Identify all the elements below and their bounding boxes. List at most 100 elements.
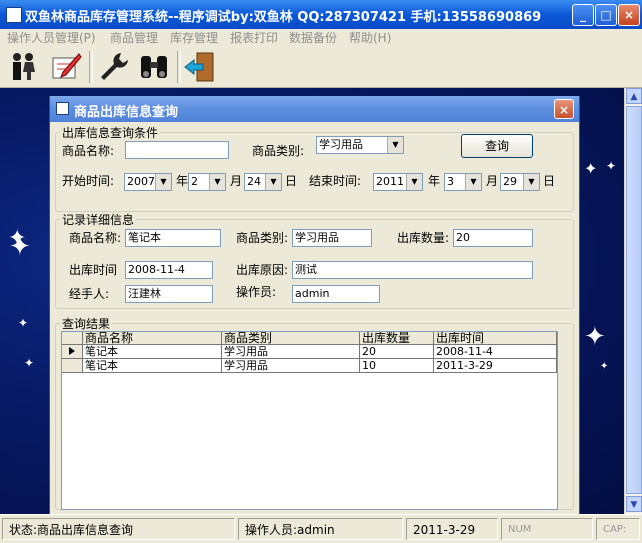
dropdown-arrow-icon[interactable]: ▼	[387, 137, 403, 153]
detail-operator-label: 操作员:	[236, 285, 277, 299]
users-icon[interactable]	[6, 50, 40, 84]
query-button[interactable]: 查询	[461, 134, 533, 158]
column-header-name[interactable]: 商品名称	[83, 332, 222, 345]
detail-category-label: 商品类别:	[236, 231, 289, 245]
app-title: 双鱼林商品库存管理系统--程序调试by:双鱼林 QQ:287307421 手机:…	[25, 10, 542, 25]
toolbar-separator	[89, 51, 93, 83]
vertical-scrollbar[interactable]: ▲ ▼	[624, 88, 642, 514]
star-decoration: ✦	[584, 322, 606, 352]
detail-quantity-label: 出库数量:	[397, 231, 450, 245]
status-num: NUM	[501, 518, 593, 540]
dropdown-arrow-icon[interactable]: ▼	[465, 174, 481, 190]
column-header-quantity[interactable]: 出库数量	[360, 332, 434, 345]
query-conditions-legend: 出库信息查询条件	[62, 126, 159, 140]
detail-quantity-field[interactable]: 20	[453, 229, 533, 247]
start-year-value: 2007	[127, 175, 155, 188]
edit-form-icon[interactable]	[49, 50, 83, 84]
app-icon	[6, 7, 22, 23]
star-decoration: ✦	[24, 356, 35, 370]
detail-operator-field[interactable]: admin	[292, 285, 380, 303]
start-day-value: 24	[247, 175, 261, 188]
dropdown-arrow-icon[interactable]: ▼	[209, 174, 225, 190]
close-button[interactable]: ×	[618, 4, 640, 26]
outbound-query-window: 商品出库信息查询 × 出库信息查询条件 商品名称: 商品类别: 学习用品 ▼ 查…	[49, 96, 580, 515]
child-window-title: 商品出库信息查询	[74, 105, 179, 120]
start-month-value: 2	[191, 175, 198, 188]
table-cell[interactable]: 笔记本	[83, 345, 222, 359]
detail-reason-label: 出库原因:	[236, 263, 289, 277]
scroll-up-icon[interactable]: ▲	[626, 88, 642, 104]
status-bar: 状态:商品出库信息查询 操作人员:admin 2011-3-29 NUM CAP…	[0, 514, 642, 543]
table-cell[interactable]: 20	[360, 345, 434, 359]
table-cell[interactable]: 10	[360, 359, 434, 373]
start-month-unit: 月	[230, 174, 243, 188]
detail-time-field[interactable]: 2008-11-4	[125, 261, 213, 279]
detail-name-field[interactable]: 笔记本	[125, 229, 221, 247]
column-header-category[interactable]: 商品类别	[222, 332, 360, 345]
table-cell[interactable]: 笔记本	[83, 359, 222, 373]
detail-name-label: 商品名称:	[69, 231, 122, 245]
table-cell[interactable]: 2011-3-29	[434, 359, 557, 373]
menu-product-management[interactable]: 商品管理	[110, 29, 158, 47]
row-selector[interactable]	[62, 359, 83, 373]
end-day-unit: 日	[543, 174, 556, 188]
toolbar	[0, 47, 642, 88]
menu-operator-management[interactable]: 操作人员管理(P)	[7, 29, 96, 47]
menu-help[interactable]: 帮助(H)	[349, 29, 391, 47]
start-day-select[interactable]: 24 ▼	[244, 173, 282, 191]
query-results-legend: 查询结果	[62, 317, 111, 331]
child-close-button[interactable]: ×	[554, 99, 574, 119]
scroll-down-icon[interactable]: ▼	[626, 496, 642, 512]
dropdown-arrow-icon[interactable]: ▼	[265, 174, 281, 190]
start-month-select[interactable]: 2 ▼	[188, 173, 226, 191]
results-grid[interactable]: 商品名称 商品类别 出库数量 出库时间 笔记本 学习用品 20 2008-11-…	[61, 331, 558, 510]
dropdown-arrow-icon[interactable]: ▼	[406, 174, 422, 190]
table-cell[interactable]: 学习用品	[222, 345, 360, 359]
detail-handler-label: 经手人:	[69, 287, 110, 301]
table-cell[interactable]: 学习用品	[222, 359, 360, 373]
end-month-select[interactable]: 3 ▼	[444, 173, 482, 191]
table-cell[interactable]: 2008-11-4	[434, 345, 557, 359]
query-name-input[interactable]	[125, 141, 229, 159]
start-year-select[interactable]: 2007 ▼	[124, 173, 172, 191]
detail-handler-field[interactable]: 汪建林	[125, 285, 213, 303]
star-decoration: ✦	[584, 159, 598, 178]
exit-door-icon[interactable]	[183, 50, 217, 84]
menu-report-print[interactable]: 报表打印	[230, 29, 278, 47]
child-title-bar[interactable]: 商品出库信息查询 ×	[50, 96, 579, 122]
detail-category-field[interactable]: 学习用品	[292, 229, 372, 247]
binoculars-icon[interactable]	[137, 50, 171, 84]
app-title-bar[interactable]: 双鱼林商品库存管理系统--程序调试by:双鱼林 QQ:287307421 手机:…	[0, 0, 642, 29]
menu-data-backup[interactable]: 数据备份	[289, 29, 337, 47]
star-decoration: ✦	[606, 159, 617, 173]
menu-inventory-management[interactable]: 库存管理	[170, 29, 218, 47]
end-year-select[interactable]: 2011 ▼	[373, 173, 423, 191]
row-selector-current[interactable]	[62, 345, 83, 359]
end-year-value: 2011	[376, 175, 404, 188]
end-time-label: 结束时间:	[309, 174, 362, 188]
end-day-value: 29	[503, 175, 517, 188]
current-row-arrow-icon	[69, 347, 75, 355]
detail-reason-field[interactable]: 测试	[292, 261, 533, 279]
column-header-time[interactable]: 出库时间	[434, 332, 557, 345]
maximize-button[interactable]: □	[595, 4, 617, 26]
dropdown-arrow-icon[interactable]: ▼	[523, 174, 539, 190]
query-category-value: 学习用品	[319, 138, 363, 151]
end-month-unit: 月	[486, 174, 499, 188]
status-caps: CAP:	[596, 518, 640, 540]
wrench-icon[interactable]	[97, 50, 131, 84]
query-category-select[interactable]: 学习用品 ▼	[316, 136, 404, 154]
record-detail-legend: 记录详细信息	[62, 213, 135, 227]
scrollbar-thumb[interactable]	[626, 106, 642, 494]
detail-time-label: 出库时间	[69, 263, 118, 277]
window-icon	[56, 102, 69, 115]
status-state: 状态:商品出库信息查询	[2, 518, 235, 540]
end-year-unit: 年	[428, 174, 441, 188]
end-day-select[interactable]: 29 ▼	[500, 173, 540, 191]
minimize-button[interactable]: _	[572, 4, 594, 26]
toolbar-separator	[177, 51, 181, 83]
query-name-label: 商品名称:	[62, 144, 115, 158]
star-decoration: ✦	[600, 361, 609, 372]
dropdown-arrow-icon[interactable]: ▼	[155, 174, 171, 190]
status-operator: 操作人员:admin	[238, 518, 403, 540]
